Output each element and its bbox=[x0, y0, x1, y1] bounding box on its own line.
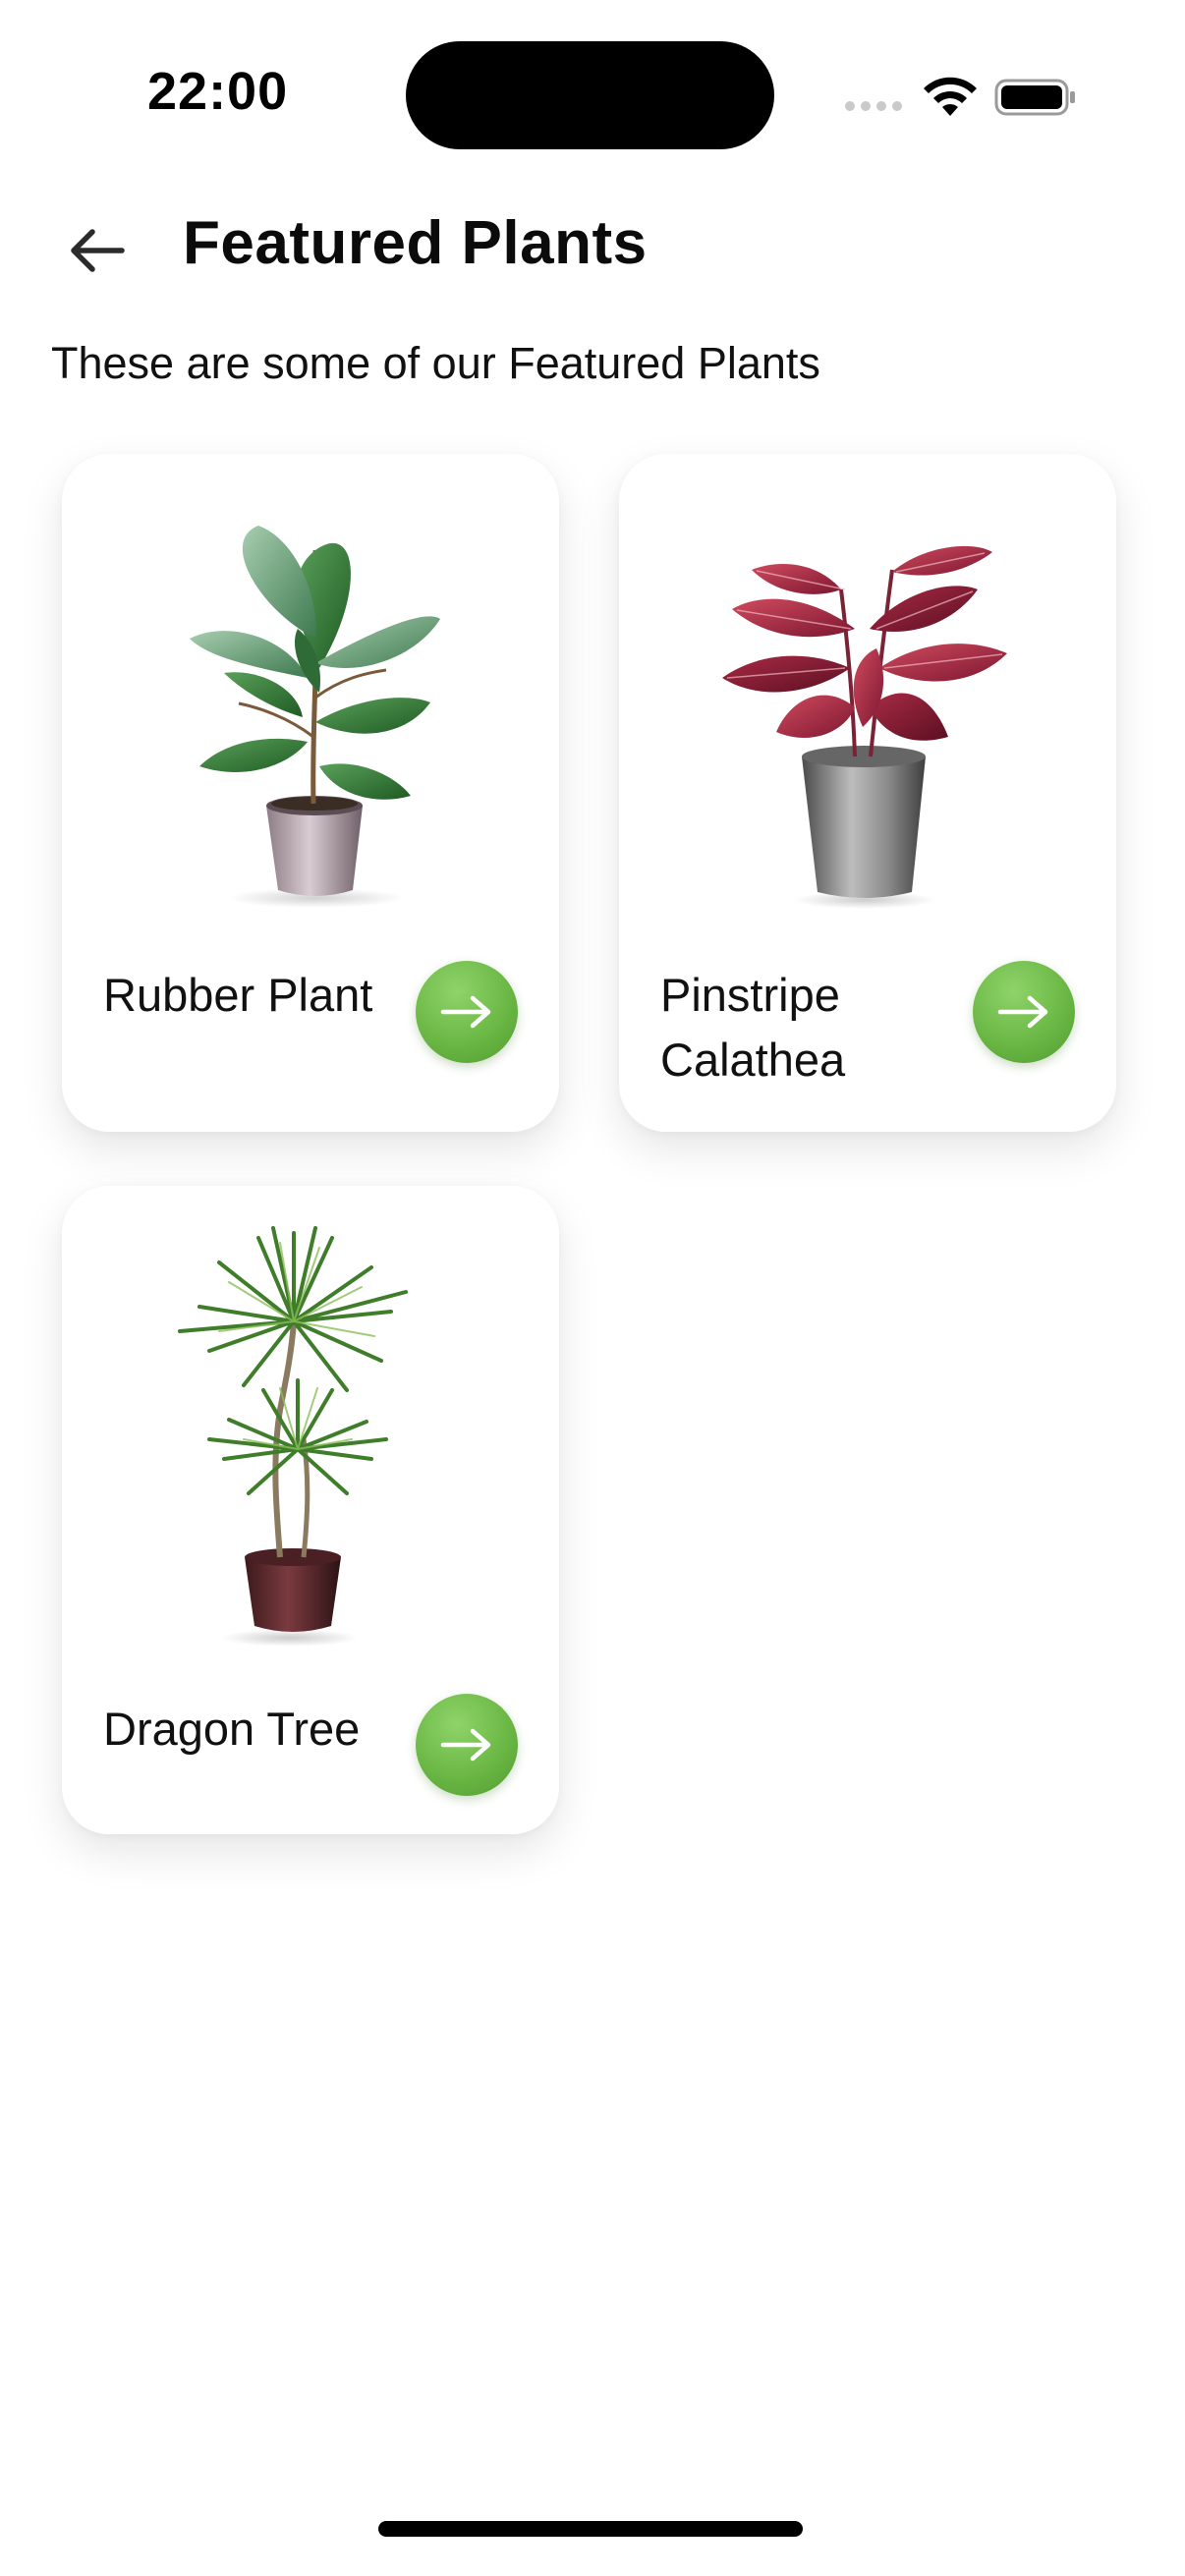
view-plant-button[interactable] bbox=[416, 961, 518, 1063]
plant-card-rubber-plant[interactable]: Rubber Plant bbox=[62, 454, 559, 1132]
view-plant-button[interactable] bbox=[416, 1694, 518, 1796]
plant-name: Rubber Plant bbox=[103, 969, 373, 1021]
pinstripe-calathea-image bbox=[722, 545, 1007, 909]
wifi-icon bbox=[924, 77, 977, 116]
plant-card-dragon-tree[interactable]: Dragon Tree bbox=[62, 1186, 559, 1834]
arrow-left-icon bbox=[71, 229, 125, 272]
dynamic-island bbox=[406, 41, 774, 149]
status-bar: 22:00 bbox=[0, 0, 1185, 187]
rubber-plant-image bbox=[190, 526, 440, 908]
battery-icon bbox=[994, 79, 1075, 116]
page-subtitle: These are some of our Featured Plants bbox=[51, 338, 820, 388]
page-title: Featured Plants bbox=[183, 209, 648, 277]
plant-name: Pinstripe Calathea bbox=[660, 969, 846, 1086]
signal-icon bbox=[845, 101, 902, 111]
arrow-right-icon bbox=[440, 1728, 491, 1762]
view-plant-button[interactable] bbox=[973, 961, 1075, 1063]
back-button[interactable] bbox=[57, 216, 136, 285]
plant-name: Dragon Tree bbox=[103, 1703, 361, 1755]
status-time: 22:00 bbox=[147, 62, 289, 121]
plant-card-pinstripe-calathea[interactable]: Pinstripe Calathea bbox=[619, 454, 1116, 1132]
home-indicator[interactable] bbox=[378, 2521, 803, 2537]
arrow-right-icon bbox=[440, 995, 491, 1029]
dragon-tree-image bbox=[178, 1226, 408, 1646]
arrow-right-icon bbox=[997, 995, 1048, 1029]
